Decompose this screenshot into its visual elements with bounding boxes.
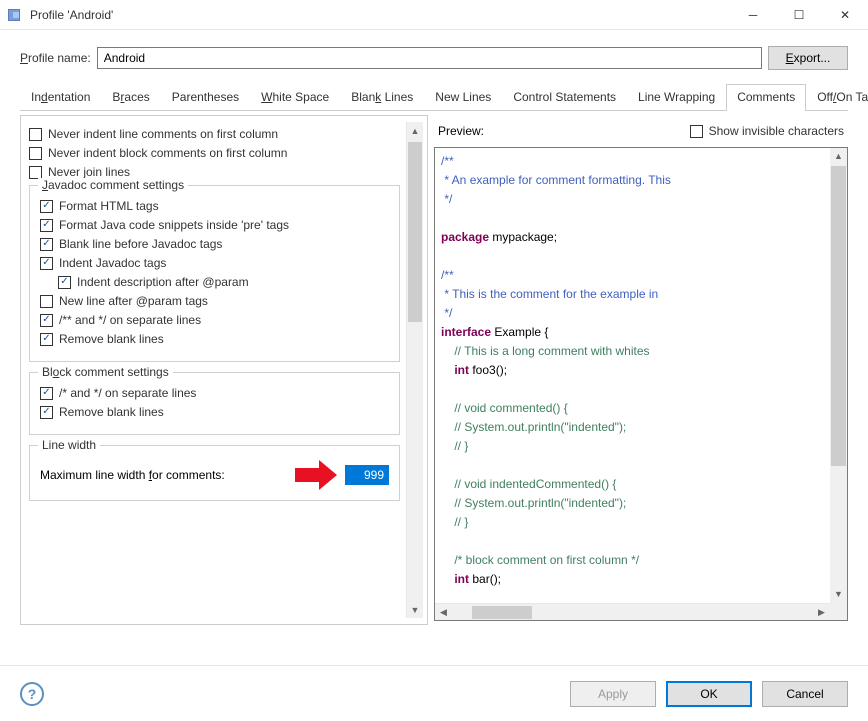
preview-scrollbar-v[interactable]: ▲▼ [830, 148, 847, 620]
tab-wrapping[interactable]: Line Wrapping [627, 84, 726, 111]
app-icon [8, 7, 24, 23]
maximize-button[interactable]: ☐ [776, 0, 822, 30]
tab-control[interactable]: Control Statements [502, 84, 627, 111]
titlebar: Profile 'Android' ─ ☐ ✕ [0, 0, 868, 30]
arrow-annotation-icon [295, 460, 339, 490]
group-legend: Javadoc comment settings [38, 178, 188, 192]
checkbox-never-indent-line[interactable] [29, 128, 42, 141]
tab-bar: Indentation Braces Parentheses White Spa… [20, 84, 848, 111]
window-title: Profile 'Android' [30, 8, 730, 22]
tab-indentation[interactable]: Indentation [20, 84, 101, 111]
linewidth-group: Line width Maximum line width for commen… [29, 445, 400, 501]
main-area: Never indent line comments on first colu… [20, 115, 848, 625]
javadoc-group: Javadoc comment settings Format HTML tag… [29, 185, 400, 362]
content: Profile name: Export... Indentation Brac… [0, 30, 868, 625]
footer: ? Apply OK Cancel [0, 665, 868, 721]
checkbox-block-remove-blank[interactable] [40, 406, 53, 419]
left-scrollbar[interactable]: ▲▼ [406, 122, 423, 618]
label: Format Java code snippets inside 'pre' t… [59, 218, 289, 232]
checkbox-newline-after-param[interactable] [40, 295, 53, 308]
max-line-width-input[interactable] [345, 465, 389, 485]
label: /** and */ on separate lines [59, 313, 201, 327]
minimize-button[interactable]: ─ [730, 0, 776, 30]
export-button[interactable]: Export... [768, 46, 848, 70]
label: Never join lines [48, 165, 130, 179]
checkbox-format-html[interactable] [40, 200, 53, 213]
label: Remove blank lines [59, 332, 164, 346]
block-group: Block comment settings /* and */ on sepa… [29, 372, 400, 435]
tab-newlines[interactable]: New Lines [424, 84, 502, 111]
checkbox-jdoc-remove-blank[interactable] [40, 333, 53, 346]
label: Blank line before Javadoc tags [59, 237, 222, 251]
label: Indent description after @param [77, 275, 249, 289]
preview-scrollbar-h[interactable]: ◀▶ [435, 603, 830, 620]
tab-braces[interactable]: Braces [101, 84, 160, 111]
group-legend: Line width [38, 438, 100, 452]
settings-scroll: Never indent line comments on first colu… [25, 122, 404, 618]
linewidth-label: Maximum line width for comments: [40, 468, 225, 482]
label: New line after @param tags [59, 294, 208, 308]
preview-code: /** * An example for comment formatting.… [434, 147, 848, 621]
label: Format HTML tags [59, 199, 159, 213]
checkbox-indent-after-param[interactable] [58, 276, 71, 289]
label: /* and */ on separate lines [59, 386, 196, 400]
apply-button[interactable]: Apply [570, 681, 656, 707]
checkbox-blank-before-tags[interactable] [40, 238, 53, 251]
tab-comments[interactable]: Comments [726, 84, 806, 111]
tab-offon[interactable]: Off/On Tags [806, 84, 868, 111]
label: Remove blank lines [59, 405, 164, 419]
group-legend: Block comment settings [38, 365, 173, 379]
tab-whitespace[interactable]: White Space [250, 84, 340, 111]
tab-parentheses[interactable]: Parentheses [161, 84, 250, 111]
checkbox-show-invisible[interactable] [690, 125, 703, 138]
checkbox-jdoc-separate-lines[interactable] [40, 314, 53, 327]
settings-pane: Never indent line comments on first colu… [20, 115, 428, 625]
checkbox-block-separate-lines[interactable] [40, 387, 53, 400]
close-button[interactable]: ✕ [822, 0, 868, 30]
label: Show invisible characters [709, 124, 844, 138]
profile-label: Profile name: [20, 51, 91, 65]
preview-pane: Preview: Show invisible characters /** *… [434, 115, 848, 625]
profile-row: Profile name: Export... [20, 46, 848, 70]
checkbox-never-indent-block[interactable] [29, 147, 42, 160]
cancel-button[interactable]: Cancel [762, 681, 848, 707]
window-controls: ─ ☐ ✕ [730, 0, 868, 30]
label: Never indent block comments on first col… [48, 146, 287, 160]
checkbox-never-join[interactable] [29, 166, 42, 179]
checkbox-indent-javadoc[interactable] [40, 257, 53, 270]
ok-button[interactable]: OK [666, 681, 752, 707]
preview-label: Preview: [438, 124, 484, 138]
label: Indent Javadoc tags [59, 256, 166, 270]
help-button[interactable]: ? [20, 682, 44, 706]
checkbox-format-pre[interactable] [40, 219, 53, 232]
label: Never indent line comments on first colu… [48, 127, 278, 141]
tab-blanklines[interactable]: Blank Lines [340, 84, 424, 111]
profile-name-input[interactable] [97, 47, 762, 69]
